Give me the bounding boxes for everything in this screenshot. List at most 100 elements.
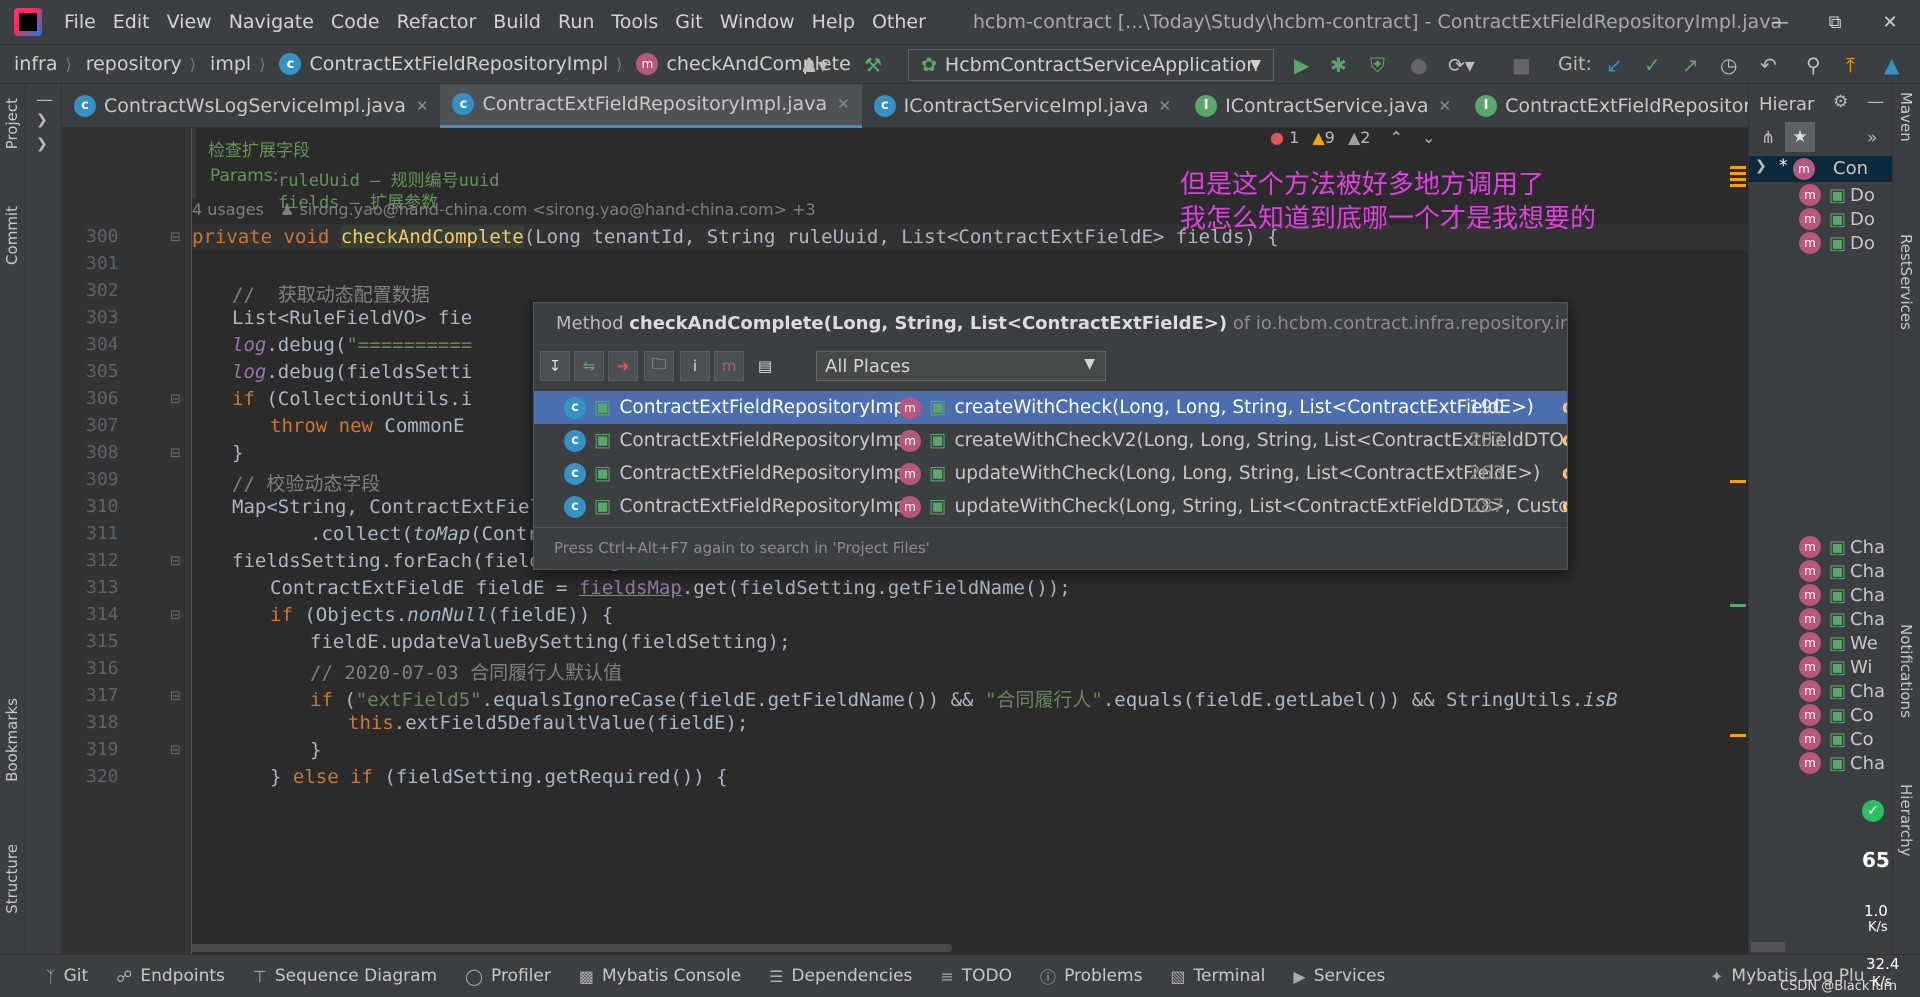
tool-terminal[interactable]: ▧ Terminal bbox=[1170, 966, 1265, 986]
hierarchy-item[interactable]: m ▣ Do bbox=[1799, 184, 1875, 206]
scope-select[interactable]: All Places ▼ bbox=[816, 351, 1106, 381]
menu-refactor[interactable]: Refactor bbox=[397, 11, 477, 33]
tool-tab-restservices[interactable]: RestServices bbox=[1897, 234, 1915, 330]
tool-profiler[interactable]: ◯ Profiler bbox=[465, 966, 551, 986]
minimize-icon[interactable]: — bbox=[1750, 0, 1810, 44]
menu-code[interactable]: Code bbox=[331, 11, 380, 33]
menu-view[interactable]: View bbox=[167, 11, 212, 33]
menu-other[interactable]: Other bbox=[872, 11, 926, 33]
tool-tab-notifications[interactable]: Notifications bbox=[1897, 624, 1915, 718]
close-icon[interactable]: ✕ bbox=[1159, 97, 1172, 115]
method-filter-icon[interactable]: m bbox=[714, 351, 744, 381]
breadcrumb-repository[interactable]: repository ⟩ bbox=[72, 53, 196, 75]
hide-panel-icon[interactable]: — bbox=[1867, 92, 1884, 112]
menu-window[interactable]: Window bbox=[720, 11, 795, 33]
tool-dependencies[interactable]: ☰ Dependencies bbox=[769, 966, 912, 986]
preview-icon[interactable]: ▤ bbox=[750, 351, 780, 381]
usages-hint[interactable]: 4 usages bbox=[192, 200, 264, 219]
close-icon[interactable]: ✕ bbox=[1439, 97, 1452, 115]
fold-marker-icon[interactable]: ⊟ bbox=[170, 608, 181, 623]
tool-endpoints[interactable]: ☍ Endpoints bbox=[116, 966, 225, 986]
profile-icon[interactable]: ● bbox=[1410, 53, 1427, 77]
fold-marker-icon[interactable]: ⊟ bbox=[170, 554, 181, 569]
group-by-folder-icon[interactable]: 🗀 bbox=[644, 351, 674, 381]
more-run-icon[interactable]: ⟳▾ bbox=[1448, 53, 1475, 77]
hierarchy-item[interactable]: m ▣ We bbox=[1799, 632, 1878, 654]
plugin-icon[interactable]: ▲ bbox=[1884, 53, 1899, 77]
hierarchy-item[interactable]: m ▣ Cha bbox=[1799, 560, 1885, 582]
fold-marker-icon[interactable]: ⊟ bbox=[170, 689, 181, 704]
menu-help[interactable]: Help bbox=[812, 11, 855, 33]
fold-marker-icon[interactable]: ⊟ bbox=[170, 392, 181, 407]
hierarchy-item[interactable]: m ▣ Cha bbox=[1799, 536, 1885, 558]
previous-highlight-icon[interactable]: ⌃ bbox=[1390, 128, 1403, 147]
callee-hierarchy-icon[interactable]: ★ bbox=[1785, 122, 1815, 152]
menu-git[interactable]: Git bbox=[675, 11, 702, 33]
fold-marker-icon[interactable]: ⊟ bbox=[170, 230, 181, 245]
tab-contract-ws-log-service-impl[interactable]: c ContractWsLogServiceImpl.java ✕ bbox=[62, 84, 440, 128]
horizontal-scrollbar[interactable] bbox=[192, 942, 1748, 954]
tab-icontract-service[interactable]: I IContractService.java ✕ bbox=[1183, 84, 1463, 128]
hierarchy-item[interactable]: m ▣ Cha bbox=[1799, 680, 1885, 702]
hierarchy-item[interactable]: m ▣ Cha bbox=[1799, 608, 1885, 630]
menu-run[interactable]: Run bbox=[558, 11, 594, 33]
show-usages-popup[interactable]: Method checkAndComplete(Long, String, Li… bbox=[533, 302, 1568, 570]
author-hint[interactable]: ♟ sirong.yao@hand-china.com <sirong.yao@… bbox=[280, 200, 816, 219]
menu-build[interactable]: Build bbox=[493, 11, 541, 33]
write-access-icon[interactable]: ➜ bbox=[608, 351, 638, 381]
search-icon[interactable]: ⚲ bbox=[1806, 53, 1821, 77]
error-stripe-marker[interactable] bbox=[1730, 480, 1746, 483]
update-icon[interactable]: ⤒ bbox=[1846, 53, 1855, 77]
user-icon[interactable]: ♟▾ bbox=[800, 53, 828, 77]
tool-todo[interactable]: ≡ TODO bbox=[940, 966, 1012, 986]
fold-marker-icon[interactable]: ⊟ bbox=[170, 446, 181, 461]
breadcrumb-class[interactable]: c ContractExtFieldRepositoryImpl ⟩ bbox=[265, 53, 622, 75]
hierarchy-root[interactable]: ❯ * m Con bbox=[1749, 156, 1892, 182]
git-commit-icon[interactable]: ✓ bbox=[1644, 53, 1661, 77]
coverage-icon[interactable]: ⛨ bbox=[1370, 53, 1385, 77]
run-icon[interactable]: ▶ bbox=[1294, 53, 1309, 77]
tab-icontract-service-impl[interactable]: c IContractServiceImpl.java ✕ bbox=[862, 84, 1183, 128]
tool-tab-project[interactable]: Project bbox=[3, 98, 21, 149]
close-icon[interactable]: ✕ bbox=[837, 95, 850, 113]
tool-tab-maven[interactable]: Maven bbox=[1897, 92, 1915, 142]
hierarchy-item[interactable]: m ▣ Co bbox=[1799, 704, 1874, 726]
hierarchy-item[interactable]: m ▣ Do bbox=[1799, 208, 1875, 230]
tool-problems[interactable]: ⓘ Problems bbox=[1040, 964, 1142, 988]
usage-row[interactable]: c ▣ ContractExtFieldRepositoryImpl m ▣ creat… bbox=[534, 424, 1567, 457]
git-update-icon[interactable]: ↙ bbox=[1606, 53, 1623, 77]
tool-tab-bookmarks[interactable]: Bookmarks bbox=[3, 698, 21, 782]
menu-file[interactable]: File bbox=[64, 11, 96, 33]
caller-hierarchy-icon[interactable]: ⋔ bbox=[1761, 128, 1775, 148]
chevron-right-icon[interactable]: ❯ bbox=[36, 112, 48, 128]
stop-icon[interactable]: ■ bbox=[1512, 53, 1531, 77]
next-highlight-icon[interactable]: ⌄ bbox=[1422, 128, 1435, 147]
tool-tab-structure[interactable]: Structure bbox=[3, 844, 21, 914]
debug-icon[interactable]: ✱ bbox=[1330, 53, 1347, 77]
hierarchy-item[interactable]: m ▣ Cha bbox=[1799, 584, 1885, 606]
history-icon[interactable]: ◷ bbox=[1720, 53, 1737, 77]
rollback-icon[interactable]: ↶ bbox=[1760, 53, 1777, 77]
tool-tab-commit[interactable]: Commit bbox=[3, 206, 21, 265]
menu-tools[interactable]: Tools bbox=[611, 11, 658, 33]
inspection-widget[interactable]: ● 1 ▲9 ▲2 ⌃ ⌄ bbox=[1270, 128, 1435, 147]
error-stripe-marker[interactable] bbox=[1730, 166, 1746, 188]
tab-contract-ext-field-repository-impl[interactable]: c ContractExtFieldRepositoryImpl.java ✕ bbox=[440, 83, 862, 128]
hierarchy-item[interactable]: m ▣ Wi bbox=[1799, 656, 1872, 678]
usage-row[interactable]: c ▣ ContractExtFieldRepositoryImpl m ▣ updat… bbox=[534, 490, 1567, 523]
hide-panel-icon[interactable]: — bbox=[36, 90, 53, 110]
close-icon[interactable]: ✕ bbox=[416, 97, 429, 115]
hierarchy-item[interactable]: m ▣ Cha bbox=[1799, 752, 1885, 774]
gear-icon[interactable]: ⚙ bbox=[1833, 92, 1848, 112]
info-icon[interactable]: i bbox=[680, 351, 710, 381]
merge-usages-icon[interactable]: ↧ bbox=[540, 351, 570, 381]
scrollbar-thumb[interactable] bbox=[192, 944, 952, 952]
chevron-down-icon[interactable]: ❯ bbox=[36, 136, 48, 152]
tool-mybatis-console[interactable]: ▩ Mybatis Console bbox=[579, 966, 741, 986]
hierarchy-item[interactable]: m ▣ Do bbox=[1799, 232, 1875, 254]
menu-navigate[interactable]: Navigate bbox=[229, 11, 314, 33]
more-icon[interactable]: » bbox=[1867, 128, 1877, 148]
usage-row[interactable]: c ▣ ContractExtFieldRepositoryImpl m ▣ creat… bbox=[534, 391, 1567, 424]
tool-services[interactable]: ▶ Services bbox=[1293, 966, 1385, 986]
menu-edit[interactable]: Edit bbox=[113, 11, 150, 33]
